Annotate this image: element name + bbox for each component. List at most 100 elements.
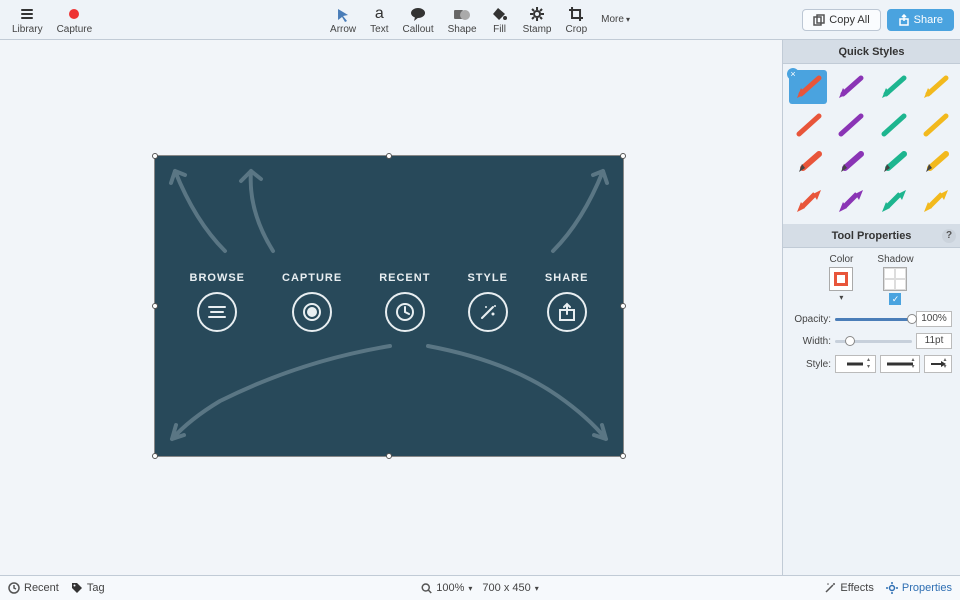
arrow-tool[interactable]: Arrow: [324, 3, 362, 37]
capture-button[interactable]: Capture: [51, 3, 99, 37]
quick-style-3[interactable]: [916, 70, 954, 104]
more-tools[interactable]: More ▾: [595, 12, 636, 27]
line-mid-style[interactable]: ▴▾: [880, 355, 921, 373]
quick-style-0[interactable]: ×: [789, 70, 827, 104]
copy-all-label: Copy All: [829, 14, 869, 26]
chevron-down-icon: ▾: [535, 584, 539, 593]
dot-icon: [292, 292, 332, 332]
clock-icon: [385, 292, 425, 332]
chevron-down-icon: ▾: [626, 15, 630, 24]
quick-style-1[interactable]: [831, 70, 869, 104]
help-icon[interactable]: ?: [942, 229, 956, 243]
crop-tool[interactable]: Crop: [559, 3, 593, 37]
canvas-item-browse: BROWSE: [190, 272, 246, 332]
quick-style-4[interactable]: [789, 108, 827, 142]
canvas-item-recent: RECENT: [379, 272, 430, 332]
quick-style-9[interactable]: [831, 146, 869, 180]
more-label: More: [601, 14, 624, 25]
style-row: Style: ▴▾ ▴▾ ▴▾: [791, 355, 952, 373]
resize-handle-n[interactable]: [386, 153, 392, 159]
recent-button[interactable]: Recent: [8, 582, 59, 594]
close-icon[interactable]: ×: [787, 68, 799, 80]
fill-tool[interactable]: Fill: [485, 3, 515, 37]
capture-item-label: CAPTURE: [282, 272, 342, 284]
letter-a-icon: a: [370, 5, 388, 23]
chevron-down-icon[interactable]: ▾: [839, 293, 843, 302]
share-item-label: SHARE: [545, 272, 589, 284]
tag-button[interactable]: Tag: [71, 582, 105, 594]
dimensions-control[interactable]: 700 x 450 ▾: [482, 582, 538, 594]
canvas-item-share: SHARE: [545, 272, 589, 332]
quick-styles-grid: ×: [783, 64, 960, 224]
quick-style-14[interactable]: [874, 184, 912, 218]
text-tool[interactable]: a Text: [364, 3, 394, 37]
opacity-value[interactable]: 100%: [916, 311, 952, 327]
opacity-row: Opacity: 100%: [791, 311, 952, 327]
quick-style-12[interactable]: [789, 184, 827, 218]
zoom-label: 100%: [436, 582, 464, 594]
toolbar-left-group: Library Capture: [6, 3, 98, 37]
arrow-cursor-icon: [334, 5, 352, 23]
speech-icon: [409, 5, 427, 23]
copy-all-button[interactable]: Copy All: [802, 9, 880, 31]
recent-item-label: RECENT: [379, 272, 430, 284]
line-end-style[interactable]: ▴▾: [924, 355, 952, 373]
quick-style-8[interactable]: [789, 146, 827, 180]
shape-tool[interactable]: Shape: [442, 3, 483, 37]
style-item-label: STYLE: [467, 272, 507, 284]
shadow-checkbox[interactable]: ✓: [889, 293, 901, 305]
width-value[interactable]: 11pt: [916, 333, 952, 349]
canvas-item-style: STYLE: [467, 272, 507, 332]
share-icon: [898, 14, 910, 26]
shadow-picker[interactable]: [883, 267, 907, 291]
recent-label: Recent: [24, 582, 59, 594]
quick-style-2[interactable]: [874, 70, 912, 104]
quick-style-13[interactable]: [831, 184, 869, 218]
resize-handle-nw[interactable]: [152, 153, 158, 159]
decor-arrow-nw: [165, 161, 235, 256]
resize-handle-s[interactable]: [386, 453, 392, 459]
properties-label: Properties: [902, 582, 952, 594]
dimensions-label: 700 x 450: [482, 582, 530, 594]
color-group: Color ▾: [829, 254, 853, 305]
quick-style-6[interactable]: [874, 108, 912, 142]
width-label: Width:: [791, 336, 831, 347]
style-label: Style:: [791, 359, 831, 370]
canvas-image[interactable]: BROWSE CAPTURE RECENT STYLE: [154, 155, 624, 457]
quick-style-7[interactable]: [916, 108, 954, 142]
resize-handle-ne[interactable]: [620, 153, 626, 159]
decor-arrow-n1: [233, 161, 283, 256]
callout-tool[interactable]: Callout: [397, 3, 440, 37]
properties-button[interactable]: Properties: [886, 582, 952, 594]
wand-icon: [824, 582, 836, 594]
share-button[interactable]: Share: [887, 9, 954, 31]
toolbar-center-group: Arrow a Text Callout Shape Fill: [324, 3, 636, 37]
quick-styles-title: Quick Styles: [838, 46, 904, 58]
gear-icon: [886, 582, 898, 594]
line-start-style[interactable]: ▴▾: [835, 355, 876, 373]
effects-label: Effects: [840, 582, 873, 594]
bucket-icon: [491, 5, 509, 23]
quick-style-5[interactable]: [831, 108, 869, 142]
color-picker[interactable]: [829, 267, 853, 291]
resize-handle-sw[interactable]: [152, 453, 158, 459]
stamp-tool[interactable]: Stamp: [517, 3, 558, 37]
quick-style-15[interactable]: [916, 184, 954, 218]
toolbar: Library Capture Arrow a Text Callout: [0, 0, 960, 40]
quick-style-10[interactable]: [874, 146, 912, 180]
chevron-down-icon: ▾: [468, 584, 472, 593]
arrow-tool-label: Arrow: [330, 24, 356, 35]
zoom-control[interactable]: 100% ▾: [421, 582, 472, 594]
shapes-icon: [453, 5, 471, 23]
canvas-item-row: BROWSE CAPTURE RECENT STYLE: [155, 272, 623, 332]
effects-button[interactable]: Effects: [824, 582, 873, 594]
quick-style-11[interactable]: [916, 146, 954, 180]
opacity-slider[interactable]: [835, 318, 912, 321]
lines-icon: [197, 292, 237, 332]
statusbar: Recent Tag 100% ▾ 700 x 450 ▾ Effects: [0, 575, 960, 600]
browse-label: BROWSE: [190, 272, 246, 284]
library-button[interactable]: Library: [6, 3, 49, 37]
canvas-area[interactable]: BROWSE CAPTURE RECENT STYLE: [0, 40, 782, 575]
resize-handle-se[interactable]: [620, 453, 626, 459]
width-slider[interactable]: [835, 340, 912, 343]
